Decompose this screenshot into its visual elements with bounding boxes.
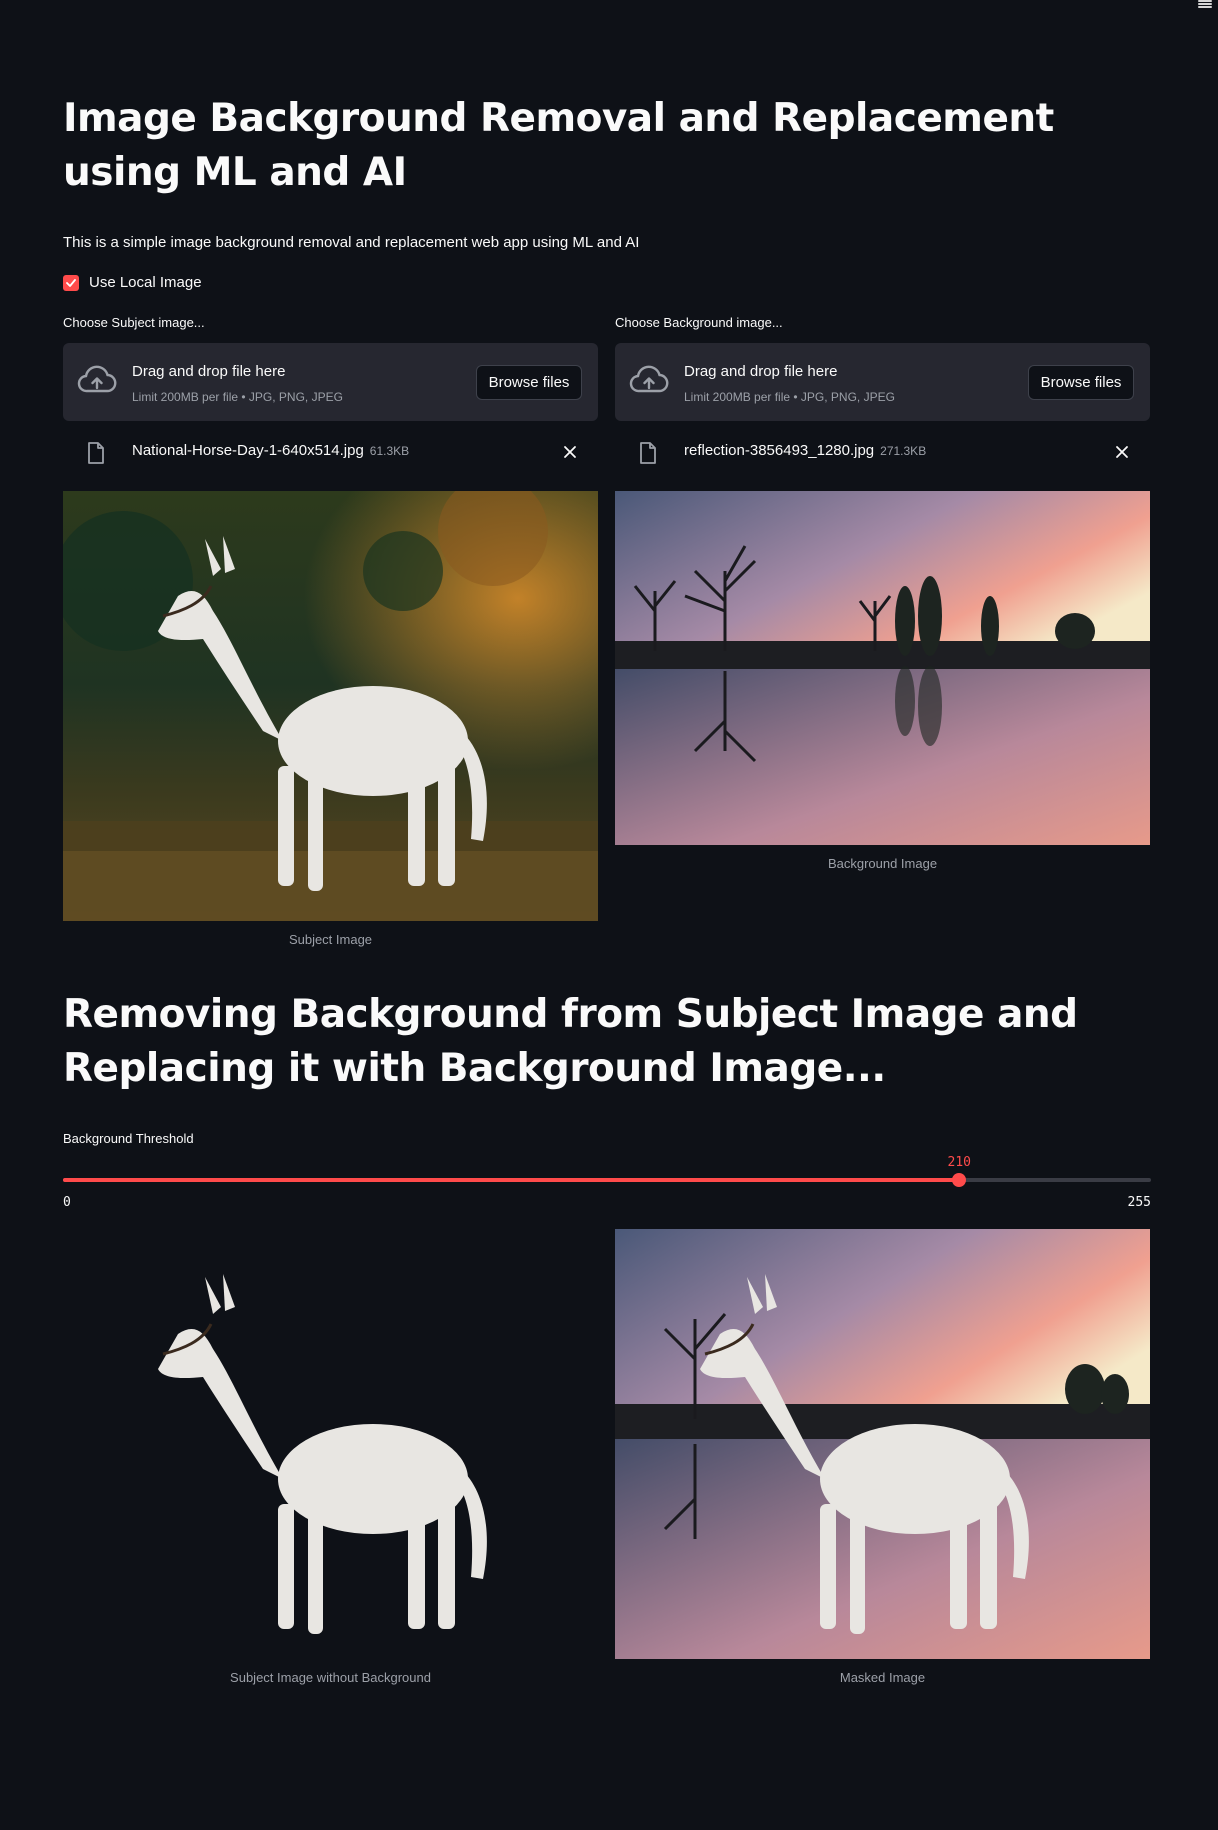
subject-file-name-wrap: National-Horse-Day-1-640x514.jpg 61.3KB	[132, 442, 409, 459]
subject-image-caption: Subject Image	[288, 932, 373, 947]
background-image-caption: Background Image	[827, 856, 938, 871]
slider-label: Background Threshold	[63, 1131, 194, 1146]
background-drop-limit: Limit 200MB per file • JPG, PNG, JPEG	[684, 390, 895, 404]
background-column: Choose Background image... Drag and drop…	[615, 0, 1150, 1830]
background-drop-title: Drag and drop file here	[684, 363, 838, 380]
background-browse-button[interactable]: Browse files	[1028, 365, 1134, 400]
slider-min-label: 0	[63, 1195, 71, 1210]
background-file-row: reflection-3856493_1280.jpg 271.3KB	[615, 436, 1150, 468]
masked-image-caption: Masked Image	[839, 1670, 926, 1685]
subject-no-background-image	[63, 1229, 598, 1659]
background-threshold-slider[interactable]	[63, 1173, 1151, 1187]
subject-dropzone[interactable]: Drag and drop file here Limit 200MB per …	[63, 343, 598, 421]
slider-fill	[63, 1178, 959, 1182]
background-file-name-wrap: reflection-3856493_1280.jpg 271.3KB	[684, 442, 926, 459]
remove-file-close-icon[interactable]	[560, 442, 580, 462]
slider-thumb[interactable]	[952, 1173, 966, 1187]
subject-file-name: National-Horse-Day-1-640x514.jpg	[132, 442, 364, 459]
masked-image	[615, 1229, 1150, 1659]
subject-file-row: National-Horse-Day-1-640x514.jpg 61.3KB	[63, 436, 598, 468]
section-title: Removing Background from Subject Image a…	[63, 992, 1078, 1091]
hamburger-menu-icon[interactable]	[1198, 0, 1212, 8]
background-image	[615, 491, 1150, 845]
file-icon	[640, 442, 656, 464]
slider-max-label: 255	[1127, 1195, 1151, 1210]
subject-drop-limit: Limit 200MB per file • JPG, PNG, JPEG	[132, 390, 343, 404]
cloud-upload-icon	[629, 365, 669, 393]
subject-file-size: 61.3KB	[369, 444, 410, 458]
subject-browse-button[interactable]: Browse files	[476, 365, 582, 400]
background-uploader-label: Choose Background image...	[615, 315, 783, 330]
background-file-name: reflection-3856493_1280.jpg	[684, 442, 875, 459]
background-dropzone[interactable]: Drag and drop file here Limit 200MB per …	[615, 343, 1150, 421]
remove-file-close-icon[interactable]	[1112, 442, 1132, 462]
subject-drop-title: Drag and drop file here	[132, 363, 286, 380]
subject-image	[63, 491, 598, 921]
subject-column: Choose Subject image... Drag and drop fi…	[63, 0, 598, 1830]
background-file-size: 271.3KB	[880, 444, 927, 458]
subject-uploader-label: Choose Subject image...	[63, 315, 205, 330]
subject-no-background-caption: Subject Image without Background	[230, 1670, 431, 1685]
cloud-upload-icon	[77, 365, 117, 393]
slider-current-value: 210	[947, 1155, 971, 1170]
file-icon	[88, 442, 104, 464]
